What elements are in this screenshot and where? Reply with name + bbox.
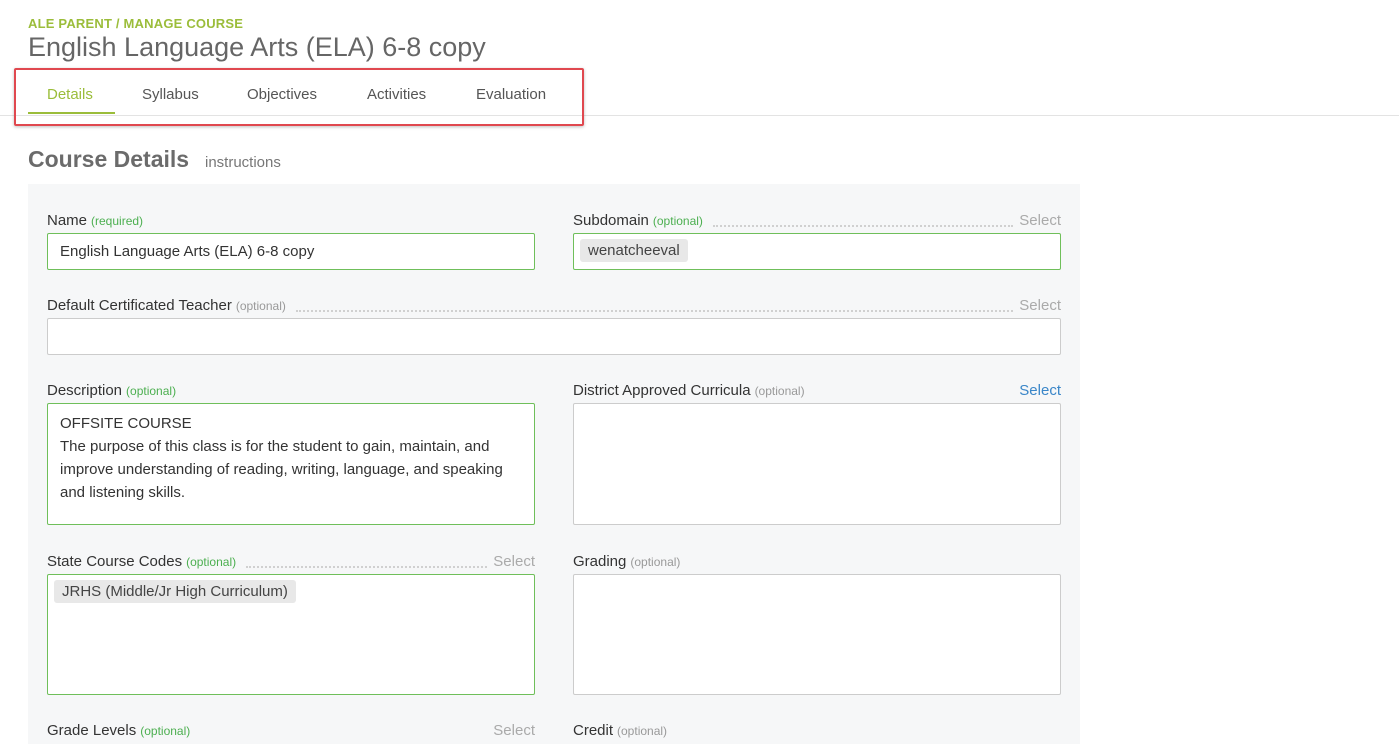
instructions-link[interactable]: instructions <box>205 154 281 171</box>
state-codes-optional-tag: (optional) <box>186 555 237 569</box>
description-line-2: The purpose of this class is for the stu… <box>60 438 503 501</box>
name-label: Name <box>47 212 88 229</box>
state-codes-label-row: State Course Codes (optional) Select <box>47 553 535 573</box>
state-codes-label: State Course Codes <box>47 553 183 570</box>
active-tab-underline <box>28 112 115 114</box>
breadcrumb: ALE PARENT / MANAGE COURSE <box>28 16 244 31</box>
description-line-1: OFFSITE COURSE <box>60 415 192 432</box>
tab-details[interactable]: Details <box>47 86 93 114</box>
tab-activities[interactable]: Activities <box>367 86 426 114</box>
description-label: Description <box>47 382 123 399</box>
teacher-field[interactable] <box>47 318 1061 355</box>
subdomain-select-link[interactable]: Select <box>1019 212 1061 229</box>
tab-evaluation[interactable]: Evaluation <box>476 86 546 114</box>
curricula-label: District Approved Curricula <box>573 382 751 399</box>
name-input[interactable]: English Language Arts (ELA) 6-8 copy <box>47 233 535 270</box>
state-codes-leader-dots <box>246 566 488 568</box>
grade-levels-optional-tag: (optional) <box>140 724 191 738</box>
subdomain-optional-tag: (optional) <box>652 214 703 228</box>
grading-label-row: Grading (optional) <box>573 553 1061 573</box>
teacher-label-row: Default Certificated Teacher (optional) … <box>47 297 1061 317</box>
tab-objectives[interactable]: Objectives <box>247 86 317 114</box>
curricula-label-row: District Approved Curricula (optional) S… <box>573 382 1061 402</box>
grading-field[interactable] <box>573 574 1061 695</box>
credit-optional-tag: (optional) <box>617 724 668 738</box>
teacher-optional-tag: (optional) <box>235 299 286 313</box>
section-title: Course Details <box>28 146 190 172</box>
name-input-value: English Language Arts (ELA) 6-8 copy <box>60 243 315 260</box>
tab-bar <box>0 66 1399 116</box>
description-label-row: Description (optional) <box>47 382 535 402</box>
grade-levels-label: Grade Levels <box>47 722 137 739</box>
description-optional-tag: (optional) <box>126 384 177 398</box>
subdomain-field[interactable]: wenatcheeval <box>573 233 1061 270</box>
subdomain-leader-dots <box>712 225 1014 227</box>
subdomain-chip[interactable]: wenatcheeval <box>580 239 688 262</box>
teacher-leader-dots <box>295 310 1014 312</box>
name-label-row: Name (required) <box>47 212 535 232</box>
subdomain-label: Subdomain <box>573 212 649 229</box>
subdomain-label-row: Subdomain (optional) Select <box>573 212 1061 232</box>
grading-optional-tag: (optional) <box>630 555 681 569</box>
state-code-chip[interactable]: JRHS (Middle/Jr High Curriculum) <box>54 580 296 603</box>
grade-levels-select-link[interactable]: Select <box>493 722 535 739</box>
teacher-label: Default Certificated Teacher <box>47 297 232 314</box>
description-textarea[interactable]: OFFSITE COURSE The purpose of this class… <box>47 403 535 525</box>
tab-syllabus[interactable]: Syllabus <box>142 86 199 114</box>
credit-label-row: Credit (optional) <box>573 722 1061 742</box>
credit-label: Credit <box>573 722 614 739</box>
state-codes-field[interactable]: JRHS (Middle/Jr High Curriculum) <box>47 574 535 695</box>
curricula-optional-tag: (optional) <box>754 384 805 398</box>
name-required-tag: (required) <box>91 214 144 228</box>
page-title: English Language Arts (ELA) 6-8 copy <box>28 32 486 62</box>
state-codes-select-link[interactable]: Select <box>493 553 535 570</box>
curricula-select-link[interactable]: Select <box>1019 382 1061 399</box>
grading-label: Grading <box>573 553 627 570</box>
teacher-select-link[interactable]: Select <box>1019 297 1061 314</box>
grade-levels-label-row: Grade Levels (optional) Select <box>47 722 535 742</box>
curricula-field[interactable] <box>573 403 1061 525</box>
